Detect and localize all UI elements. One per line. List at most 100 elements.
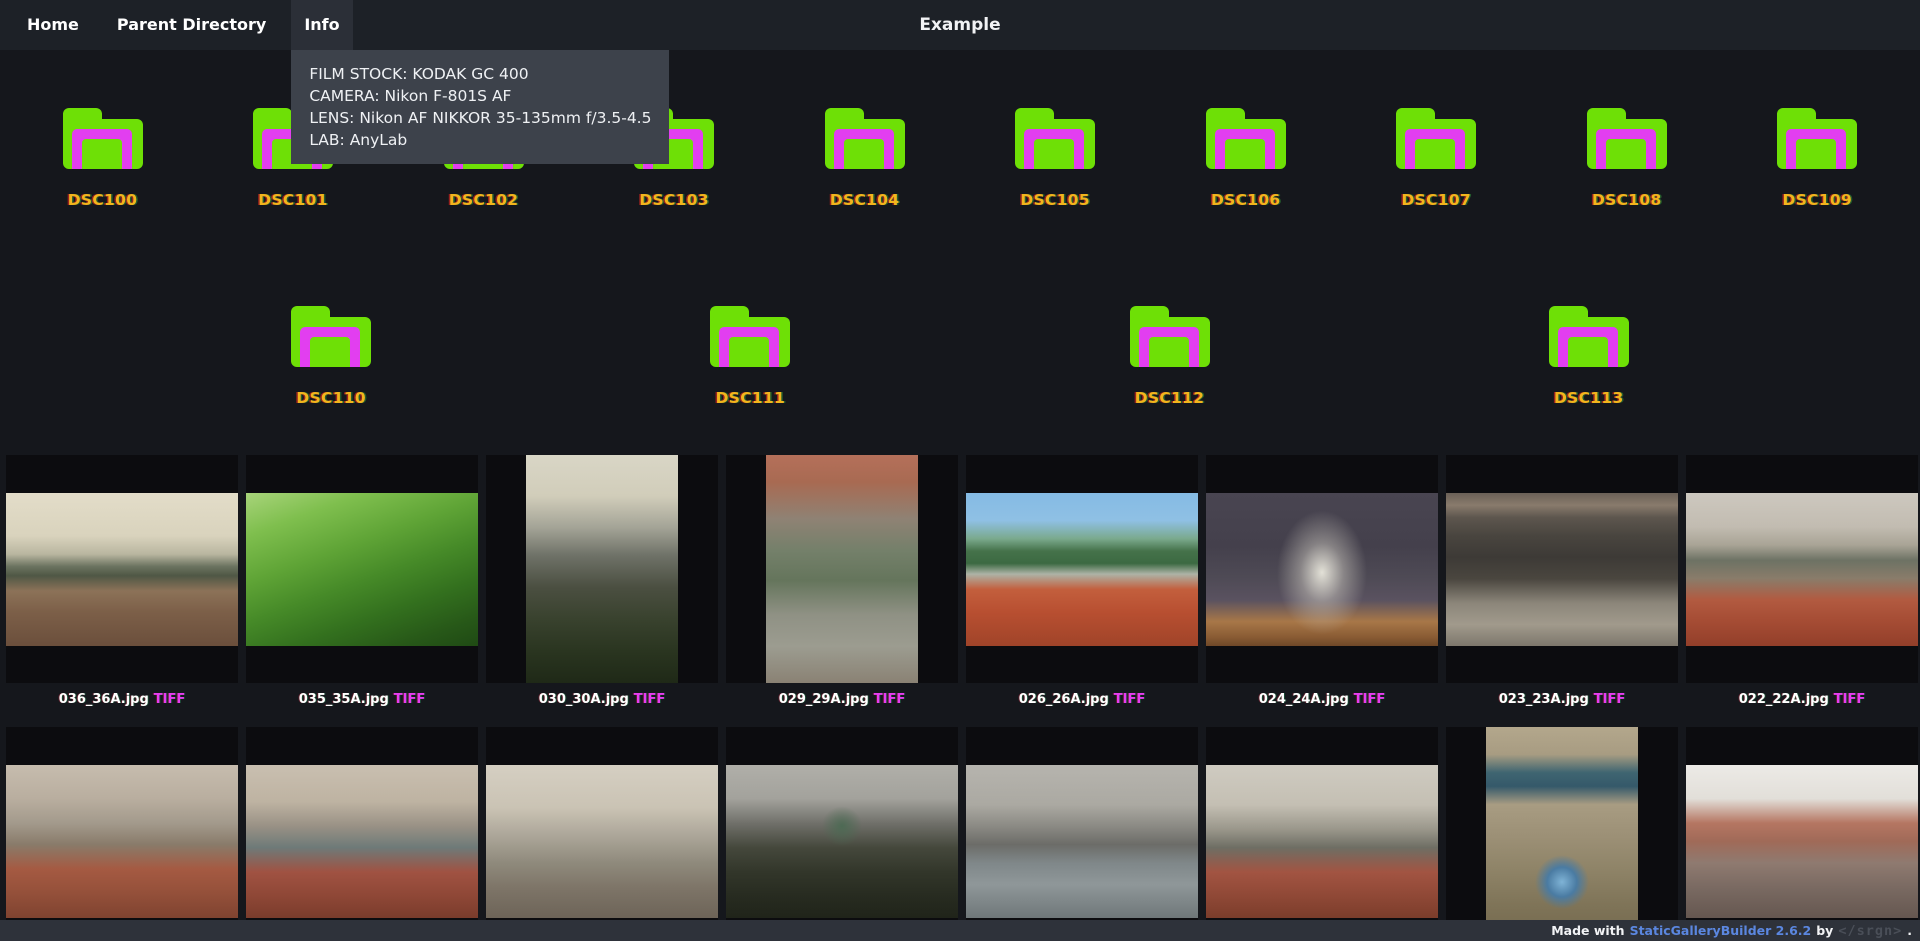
image-tile[interactable]: 035_35A.jpgTIFF (246, 455, 478, 708)
photo-thumbnail[interactable] (526, 455, 678, 683)
folder-item[interactable]: DSC109 (1729, 108, 1905, 209)
folder-label: DSC111 (716, 389, 786, 407)
image-tile[interactable]: 023_23A.jpg TIFF (1446, 455, 1678, 708)
footer-made-with: Made with (1551, 923, 1624, 938)
thumbnail-cell[interactable] (1206, 727, 1438, 941)
folder-icon-slot-inner (1568, 337, 1608, 367)
folder-icon (1130, 306, 1210, 367)
photo-thumbnail[interactable] (1206, 493, 1438, 646)
photo-thumbnail[interactable] (1206, 765, 1438, 918)
thumbnail-cell[interactable] (1686, 727, 1918, 941)
photo-thumbnail[interactable] (1686, 765, 1918, 918)
nav-item-info-label: Info (304, 15, 339, 34)
folder-label: DSC107 (1401, 191, 1471, 209)
image-caption: 023_23A.jpg TIFF (1446, 692, 1678, 708)
image-tile[interactable] (6, 727, 238, 941)
image-tile[interactable]: 024_24A.jpgTIFF (1206, 455, 1438, 708)
image-tile[interactable]: 036_36A.jpgTIFF (6, 455, 238, 708)
image-tile[interactable] (966, 727, 1198, 941)
image-tile[interactable] (1446, 727, 1678, 941)
image-tile[interactable] (246, 727, 478, 941)
format-badge: TIFF (1594, 692, 1625, 707)
photo-thumbnail[interactable] (1446, 493, 1678, 646)
photo-thumbnail[interactable] (1486, 727, 1638, 941)
photo-thumbnail[interactable] (246, 493, 478, 646)
folder-grid: DSC100 DSC101 DSC102 DSC103 (0, 50, 1920, 407)
folder-label: DSC110 (296, 389, 366, 407)
footer-builder-link[interactable]: StaticGalleryBuilder 2.6.2 (1630, 923, 1812, 938)
folder-icon-slot-inner (844, 139, 884, 169)
filename-text: 024_24A.jpg (1259, 692, 1349, 707)
image-caption: 022_22A.jpgTIFF (1686, 692, 1918, 708)
folder-item[interactable]: DSC113 (1501, 306, 1677, 407)
page-title: Example (919, 0, 1000, 50)
filename-text: 029_29A.jpg (779, 692, 869, 707)
folder-label: DSC109 (1783, 191, 1853, 209)
thumbnail-cell[interactable] (486, 727, 718, 941)
folder-icon-slot-inner (1415, 139, 1455, 169)
folder-item[interactable]: DSC107 (1348, 108, 1524, 209)
photo-thumbnail[interactable] (246, 765, 478, 918)
folder-item[interactable]: DSC104 (777, 108, 953, 209)
folder-icon (1015, 108, 1095, 169)
thumbnail-cell[interactable] (1446, 727, 1678, 941)
photo-thumbnail[interactable] (6, 765, 238, 918)
image-tile[interactable] (1686, 727, 1918, 941)
thumbnail-cell[interactable] (486, 455, 718, 683)
folder-icon (1587, 108, 1667, 169)
thumbnail-cell[interactable] (1206, 455, 1438, 683)
photo-thumbnail[interactable] (966, 493, 1198, 646)
folder-label: DSC113 (1554, 389, 1624, 407)
folder-icon (1549, 306, 1629, 367)
thumbnail-cell[interactable] (246, 455, 478, 683)
photo-thumbnail[interactable] (486, 765, 718, 918)
thumbnail-cell[interactable] (6, 455, 238, 683)
folder-icon-slot-inner (82, 139, 122, 169)
folder-item[interactable]: DSC106 (1158, 108, 1334, 209)
footer-srgn-logo: </srgn> (1838, 923, 1902, 939)
photo-thumbnail[interactable] (726, 765, 958, 918)
nav-item-parent-directory[interactable]: Parent Directory (104, 0, 279, 50)
format-badge: TIFF (154, 692, 185, 707)
image-tile[interactable] (486, 727, 718, 941)
folder-item[interactable]: DSC111 (662, 306, 838, 407)
image-tile[interactable]: 030_30A.jpgTIFF (486, 455, 718, 708)
folder-icon (710, 306, 790, 367)
folder-item[interactable]: DSC110 (243, 306, 419, 407)
photo-thumbnail[interactable] (766, 455, 918, 683)
folder-icon-slot-inner (1034, 139, 1074, 169)
image-tile[interactable]: 022_22A.jpgTIFF (1686, 455, 1918, 708)
image-caption: 024_24A.jpgTIFF (1206, 692, 1438, 708)
thumbnail-cell[interactable] (6, 727, 238, 941)
thumbnail-cell[interactable] (246, 727, 478, 941)
folder-item[interactable]: DSC112 (1082, 306, 1258, 407)
thumbnail-cell[interactable] (966, 727, 1198, 941)
image-tile[interactable] (726, 727, 958, 941)
folder-item[interactable]: DSC105 (967, 108, 1143, 209)
image-tile[interactable] (1206, 727, 1438, 941)
footer-dot: . (1907, 923, 1912, 938)
folder-item[interactable]: DSC108 (1539, 108, 1715, 209)
thumbnail-cell[interactable] (966, 455, 1198, 683)
thumbnail-cell[interactable] (726, 455, 958, 683)
image-tile[interactable]: 029_29A.jpg TIFF (726, 455, 958, 708)
folder-label: DSC112 (1135, 389, 1205, 407)
format-badge: TIFF (874, 692, 905, 707)
image-tile[interactable]: 026_26A.jpgTIFF (966, 455, 1198, 708)
folder-item[interactable]: DSC100 (15, 108, 191, 209)
info-tooltip: FILM STOCK: KODAK GC 400 CAMERA: Nikon F… (291, 50, 669, 164)
thumbnail-cell[interactable] (1686, 455, 1918, 683)
photo-thumbnail[interactable] (966, 765, 1198, 918)
photo-thumbnail[interactable] (6, 493, 238, 646)
photo-thumbnail[interactable] (1686, 493, 1918, 646)
folder-icon-slot-inner (310, 337, 350, 367)
image-caption: 029_29A.jpg TIFF (726, 692, 958, 708)
filename-text: 023_23A.jpg (1499, 692, 1589, 707)
folder-icon (825, 108, 905, 169)
folder-icon-slot-inner (1796, 139, 1836, 169)
thumbnail-cell[interactable] (726, 727, 958, 941)
nav-item-info[interactable]: Info FILM STOCK: KODAK GC 400 CAMERA: Ni… (291, 0, 352, 50)
nav-item-home[interactable]: Home (14, 0, 92, 50)
thumbnail-cell[interactable] (1446, 455, 1678, 683)
format-badge: TIFF (634, 692, 665, 707)
